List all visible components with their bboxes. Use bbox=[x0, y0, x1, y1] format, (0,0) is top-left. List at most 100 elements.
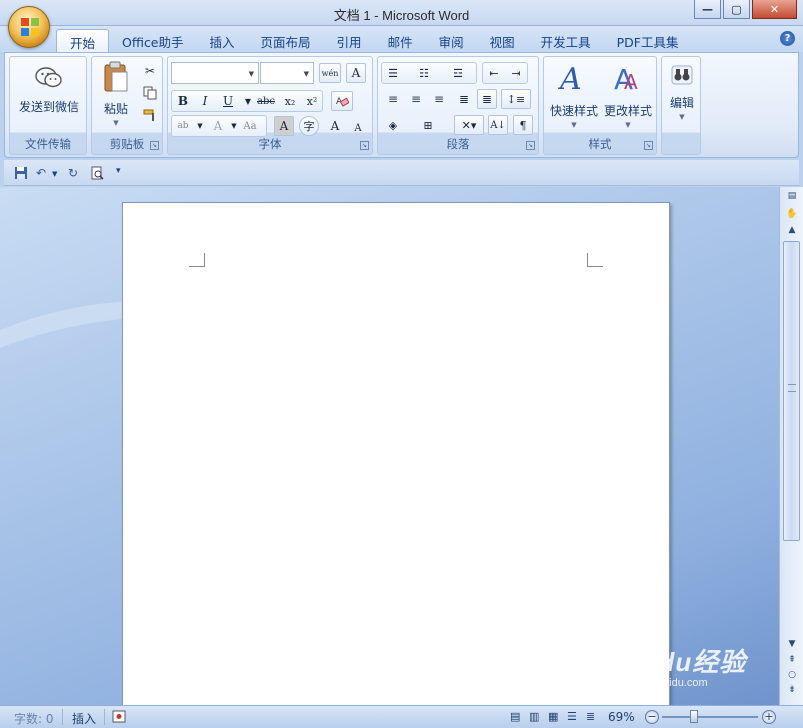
italic-button[interactable]: I bbox=[195, 91, 215, 111]
align-left-icon[interactable]: ≡ bbox=[383, 89, 403, 109]
change-styles-button[interactable]: A A 更改样式 ▼ bbox=[600, 61, 656, 129]
decrease-indent-icon[interactable]: ⇤ bbox=[484, 63, 504, 83]
ruler-toggle-icon[interactable]: ▤ bbox=[784, 191, 800, 205]
bold-button[interactable]: B bbox=[173, 91, 193, 111]
baidu-watermark: Baidu经验 jingyan.baidu.com bbox=[615, 642, 765, 692]
zoom-slider[interactable] bbox=[662, 716, 758, 718]
zoom-level[interactable]: 69% bbox=[608, 710, 635, 724]
clipboard-launcher-icon[interactable]: ↘ bbox=[150, 141, 159, 150]
numbering-icon[interactable]: ☷ bbox=[414, 63, 434, 83]
char-border-label: A bbox=[351, 66, 361, 80]
view-print-layout-icon[interactable]: ▤ bbox=[510, 710, 520, 723]
undo-dropdown-icon[interactable]: ▼ bbox=[52, 170, 57, 178]
grow-font-button[interactable]: A bbox=[325, 116, 345, 136]
enclose-char-icon[interactable]: 字 bbox=[299, 116, 319, 136]
help-icon[interactable]: ? bbox=[780, 31, 795, 46]
scroll-up-icon[interactable]: ▲ bbox=[784, 225, 800, 239]
redo-icon[interactable]: ↻ bbox=[68, 166, 78, 180]
quick-styles-dropdown-icon[interactable]: ▼ bbox=[546, 121, 602, 129]
highlight-dropdown-icon[interactable]: ▼ bbox=[190, 116, 210, 136]
view-web-layout-icon[interactable]: ▦ bbox=[548, 710, 558, 723]
undo-icon[interactable]: ↶ bbox=[36, 166, 46, 180]
watermark-main: Baidu经验 bbox=[615, 647, 747, 677]
status-separator bbox=[62, 709, 63, 725]
paragraph-launcher-icon[interactable]: ↘ bbox=[526, 141, 535, 150]
document-page[interactable] bbox=[122, 202, 670, 705]
change-styles-dropdown-icon[interactable]: ▼ bbox=[600, 121, 656, 129]
window-title: 文档 1 - Microsoft Word bbox=[333, 8, 470, 23]
print-preview-icon[interactable] bbox=[90, 166, 104, 183]
macro-record-icon[interactable] bbox=[112, 710, 126, 726]
view-draft-icon[interactable]: ≣ bbox=[586, 710, 595, 723]
chinese-layout-icon[interactable]: ✕▾ bbox=[454, 115, 484, 135]
bullets-icon[interactable]: ☰ bbox=[383, 63, 403, 83]
strikethrough-button[interactable]: abc bbox=[254, 91, 278, 111]
shrink-font-button[interactable]: A bbox=[348, 118, 368, 138]
binoculars-icon bbox=[671, 65, 693, 85]
font-size-dropdown-icon[interactable]: ▼ bbox=[304, 70, 309, 78]
font-size-combo[interactable]: ▼ bbox=[260, 62, 314, 84]
editing-dropdown-icon[interactable]: ▼ bbox=[664, 113, 700, 121]
phonetic-guide-label: wén bbox=[321, 68, 339, 78]
pan-hand-icon[interactable]: ✋ bbox=[784, 209, 800, 223]
superscript-button[interactable]: x² bbox=[302, 91, 322, 111]
paste-button[interactable]: 粘贴 ▼ bbox=[96, 61, 136, 127]
office-button[interactable] bbox=[8, 6, 50, 48]
view-outline-icon[interactable]: ☰ bbox=[567, 710, 577, 723]
align-right-icon[interactable]: ≡ bbox=[429, 89, 449, 109]
view-full-screen-icon[interactable]: ▥ bbox=[529, 710, 539, 723]
zoom-slider-thumb[interactable] bbox=[690, 710, 698, 723]
format-painter-icon[interactable] bbox=[140, 105, 160, 125]
shading-icon[interactable]: ◈ bbox=[383, 115, 403, 135]
line-spacing-icon[interactable]: ↕≡ bbox=[501, 89, 531, 109]
underline-button[interactable]: U bbox=[218, 91, 238, 111]
copy-icon[interactable] bbox=[140, 83, 160, 103]
scroll-down-icon[interactable]: ▼ bbox=[784, 639, 800, 653]
close-button[interactable]: ✕ bbox=[752, 0, 797, 19]
borders-icon[interactable]: ⊞ bbox=[418, 115, 438, 135]
save-icon[interactable] bbox=[14, 166, 28, 183]
zoom-in-button[interactable]: + bbox=[762, 710, 776, 724]
send-to-wechat-button[interactable]: 发送到微信 bbox=[14, 65, 84, 115]
subscript-button[interactable]: x₂ bbox=[280, 91, 300, 111]
cut-icon[interactable]: ✂ bbox=[140, 61, 160, 81]
scrollbar-thumb[interactable] bbox=[783, 241, 800, 541]
font-name-combo[interactable]: ▼ bbox=[171, 62, 259, 84]
group-label-file-transfer: 文件传输 bbox=[25, 137, 71, 151]
quick-styles-label: 快速样式 bbox=[549, 104, 598, 118]
wechat-icon bbox=[35, 67, 62, 88]
distributed-icon[interactable]: ≣ bbox=[477, 89, 497, 109]
styles-launcher-icon[interactable]: ↘ bbox=[644, 141, 653, 150]
quick-styles-button[interactable]: A 快速样式 ▼ bbox=[546, 61, 602, 129]
multilevel-list-icon[interactable]: ☲ bbox=[448, 63, 468, 83]
font-launcher-icon[interactable]: ↘ bbox=[360, 141, 369, 150]
paste-dropdown-icon[interactable]: ▼ bbox=[96, 119, 136, 127]
maximize-button[interactable]: ▢ bbox=[723, 0, 750, 19]
word-count[interactable]: 字数: 0 bbox=[14, 710, 54, 727]
align-center-icon[interactable]: ≡ bbox=[406, 89, 426, 109]
next-page-icon[interactable]: ⇟ bbox=[784, 685, 800, 699]
font-name-dropdown-icon[interactable]: ▼ bbox=[249, 70, 254, 78]
zoom-out-button[interactable]: − bbox=[645, 710, 659, 724]
show-marks-icon[interactable]: ¶ bbox=[513, 115, 533, 135]
increase-indent-icon[interactable]: ⇥ bbox=[506, 63, 526, 83]
select-browse-object-icon[interactable]: ○ bbox=[784, 670, 800, 684]
change-styles-icon: A A bbox=[614, 63, 638, 96]
minimize-button[interactable]: — bbox=[694, 0, 721, 19]
ribbon: 发送到微信 文件传输 粘贴 ▼ ✂ 剪贴板 ↘ ▼ ▼ wén A B I U … bbox=[4, 52, 799, 158]
char-border-button[interactable]: A bbox=[346, 63, 366, 83]
change-case-button[interactable]: Aa bbox=[240, 116, 260, 136]
clear-formatting-icon[interactable]: A bbox=[331, 91, 353, 111]
title-bar: 文档 1 - Microsoft Word — ▢ ✕ bbox=[0, 0, 803, 26]
customize-qat-icon[interactable]: ▾ bbox=[116, 166, 121, 176]
document-area bbox=[0, 187, 779, 705]
insert-mode[interactable]: 插入 bbox=[72, 710, 96, 727]
justify-icon[interactable]: ≣ bbox=[454, 89, 474, 109]
group-label-paragraph: 段落 bbox=[446, 137, 470, 151]
vertical-scrollbar[interactable]: ▤ ✋ ▲ ▼ ⇞ ○ ⇟ bbox=[779, 187, 803, 705]
previous-page-icon[interactable]: ⇞ bbox=[784, 655, 800, 669]
phonetic-guide-button[interactable]: wén bbox=[319, 63, 341, 83]
editing-button[interactable]: 编辑 ▼ bbox=[664, 63, 700, 121]
char-shading-button[interactable]: A bbox=[274, 116, 294, 136]
sort-icon[interactable]: A↓ bbox=[488, 115, 508, 135]
